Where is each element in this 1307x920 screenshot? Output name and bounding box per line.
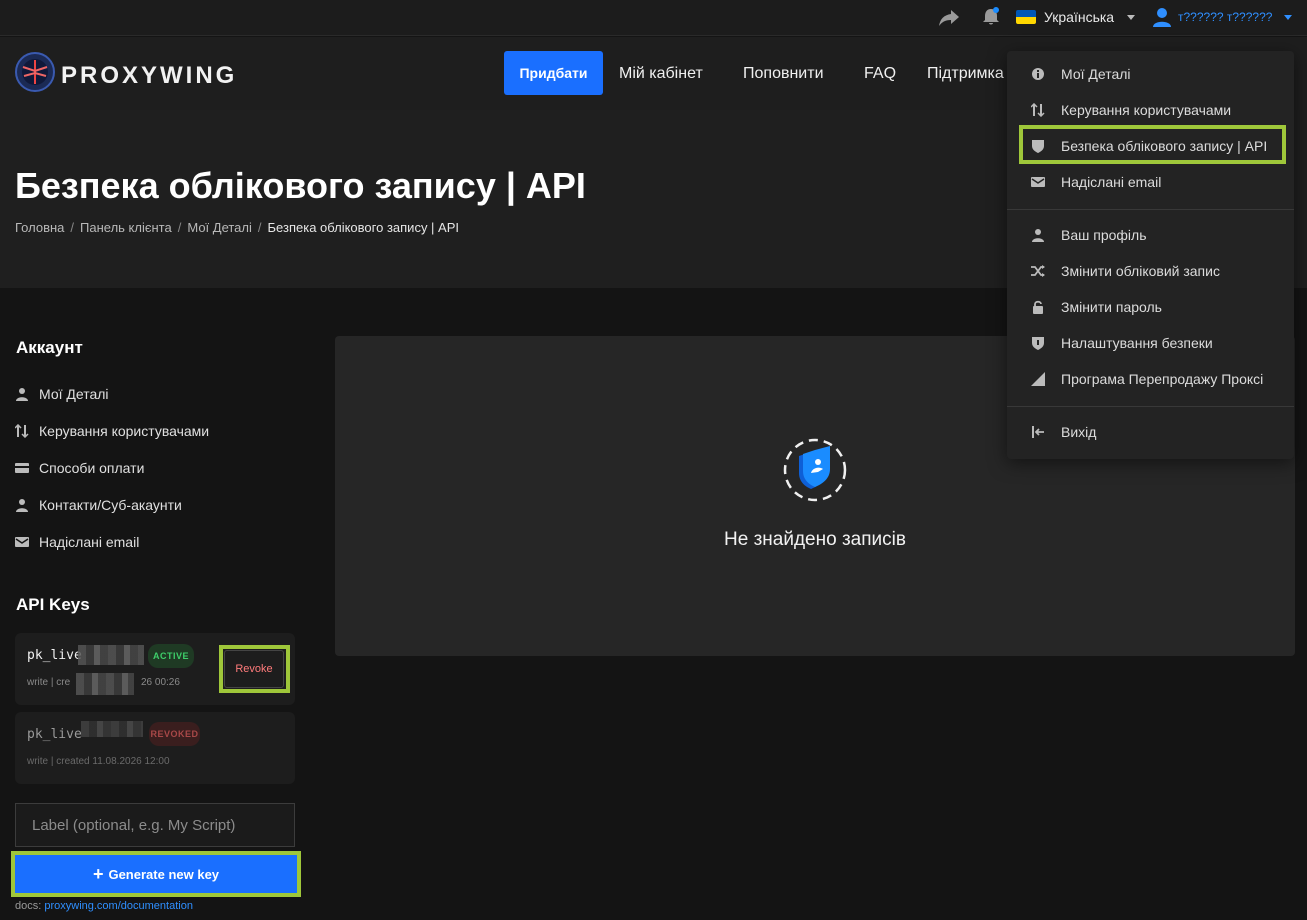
sidebar-item-label: Надіслані email [39,534,140,550]
nav-link-support[interactable]: Підтримка [927,65,1004,83]
menu-divider [1007,406,1294,407]
sidebar-item-label: Керування користувачами [39,423,210,439]
shield-icon [1032,337,1044,350]
api-key-card-revoked: pk_live REVOKED write | created 11.08.20… [15,712,295,784]
logout-icon [1032,426,1044,438]
generate-key-label: Generate new key [108,866,220,882]
api-key-prefix: pk_live [27,727,82,742]
sidebar-item-contacts[interactable]: Контакти/Суб-акаунти [15,495,182,515]
user-dropdown-menu: Мої Деталі Керування користувачами Безпе… [1007,51,1294,459]
docs-link[interactable]: proxywing.com/documentation [44,900,193,912]
api-key-meta-start: write | cre [27,677,71,688]
menu-item-my-details[interactable]: Мої Деталі [1007,59,1294,89]
revoke-button[interactable]: Revoke [224,650,284,688]
user-icon [16,388,28,401]
menu-item-label: Змінити обліковий запис [1061,263,1220,279]
api-key-meta-end: 26 00:26 [141,677,180,688]
chevron-down-icon[interactable] [1284,15,1292,20]
shield-icon [1032,140,1044,153]
sliders-icon [1031,103,1045,117]
key-label-input[interactable] [15,803,295,847]
api-keys-heading: API Keys [16,595,90,614]
breadcrumb-current: Безпека облікового запису | API [267,220,459,235]
api-key-meta: write | created 11.08.2026 12:00 [27,756,170,767]
menu-item-label: Програма Перепродажу Проксі [1061,371,1264,387]
sidebar-item-label: Способи оплати [39,460,145,476]
nav-link-faq[interactable]: FAQ [864,65,896,83]
plus-icon: + [92,864,104,884]
menu-item-sent-emails[interactable]: Надіслані email [1007,167,1294,197]
status-badge-revoked: REVOKED [149,722,200,746]
language-selector[interactable]: Українська [1044,9,1114,25]
page-title: Безпека облікового запису | API [15,165,586,206]
status-badge-active: ACTIVE [148,644,194,668]
docs-prefix: docs: [15,900,42,912]
sliders-icon [15,424,29,438]
menu-item-user-management[interactable]: Керування користувачами [1007,95,1294,125]
menu-item-logout[interactable]: Вихід [1007,417,1294,447]
user-icon [1032,229,1044,242]
breadcrumb: Головна / Панель клієнта / Мої Деталі / Безпек… [15,220,459,235]
menu-item-change-password[interactable]: Змінити пароль [1007,292,1294,322]
chevron-down-icon[interactable] [1127,15,1135,20]
account-heading: Аккаунт [16,338,83,357]
mail-icon [15,537,29,547]
empty-state-text: Не знайдено записів [724,529,906,550]
brand-name[interactable]: PROXYWING [61,62,237,90]
breadcrumb-client-panel[interactable]: Панель клієнта [80,220,172,235]
mail-icon [1031,177,1045,187]
menu-item-label: Вихід [1061,424,1097,440]
proxywing-logo-icon[interactable] [15,52,55,92]
lock-icon [1033,300,1043,314]
nav-link-cabinet[interactable]: Мій кабінет [619,65,703,83]
menu-item-label: Безпека облікового запису | API [1061,138,1268,154]
menu-item-label: Змінити пароль [1061,299,1162,315]
docs-link-line: docs: proxywing.com/documentation [15,900,193,912]
menu-item-account-security-api[interactable]: Безпека облікового запису | API [1007,131,1294,161]
share-icon[interactable] [938,8,960,28]
sidebar-item-payment-methods[interactable]: Способи оплати [15,458,144,478]
menu-item-label: Керування користувачами [1061,102,1232,118]
breadcrumb-my-details[interactable]: Мої Деталі [187,220,252,235]
redacted-key-blur [81,721,143,737]
menu-item-proxy-resale[interactable]: Програма Перепродажу Проксі [1007,364,1294,394]
sidebar-item-my-details[interactable]: Мої Деталі [15,384,109,404]
sidebar-item-sent-emails[interactable]: Надіслані email [15,532,139,552]
nav-link-top-up[interactable]: Поповнити [743,65,824,83]
shuffle-icon [1031,265,1045,277]
top-bar: Українська т?????? т?????? [0,0,1307,36]
menu-divider [1007,209,1294,210]
sidebar-item-label: Контакти/Суб-акаунти [39,497,182,513]
generate-key-button[interactable]: + Generate new key [15,855,297,893]
user-icon [16,499,28,512]
info-icon [1032,68,1044,80]
menu-item-switch-account[interactable]: Змінити обліковий запис [1007,256,1294,286]
signal-icon [1031,372,1045,386]
empty-shield-icon [783,438,847,502]
notification-dot [993,7,999,13]
breadcrumb-home[interactable]: Головна [15,220,64,235]
menu-item-label: Мої Деталі [1061,66,1131,82]
menu-item-your-profile[interactable]: Ваш профіль [1007,220,1294,250]
redacted-date-blur [76,673,134,695]
sidebar-item-label: Мої Деталі [39,386,109,402]
card-icon [15,463,29,473]
menu-item-label: Надіслані email [1061,174,1162,190]
menu-item-security-settings[interactable]: Налаштування безпеки [1007,328,1294,358]
user-icon[interactable] [1153,7,1171,27]
sidebar-item-user-management[interactable]: Керування користувачами [15,421,209,441]
menu-item-label: Ваш профіль [1061,227,1147,243]
redacted-key-blur [78,645,144,665]
ukraine-flag-icon[interactable] [1016,10,1036,24]
menu-item-label: Налаштування безпеки [1061,335,1213,351]
api-key-prefix: pk_live [27,648,82,663]
buy-button[interactable]: Придбати [504,51,603,95]
user-menu-toggle[interactable]: т?????? т?????? [1178,10,1272,24]
